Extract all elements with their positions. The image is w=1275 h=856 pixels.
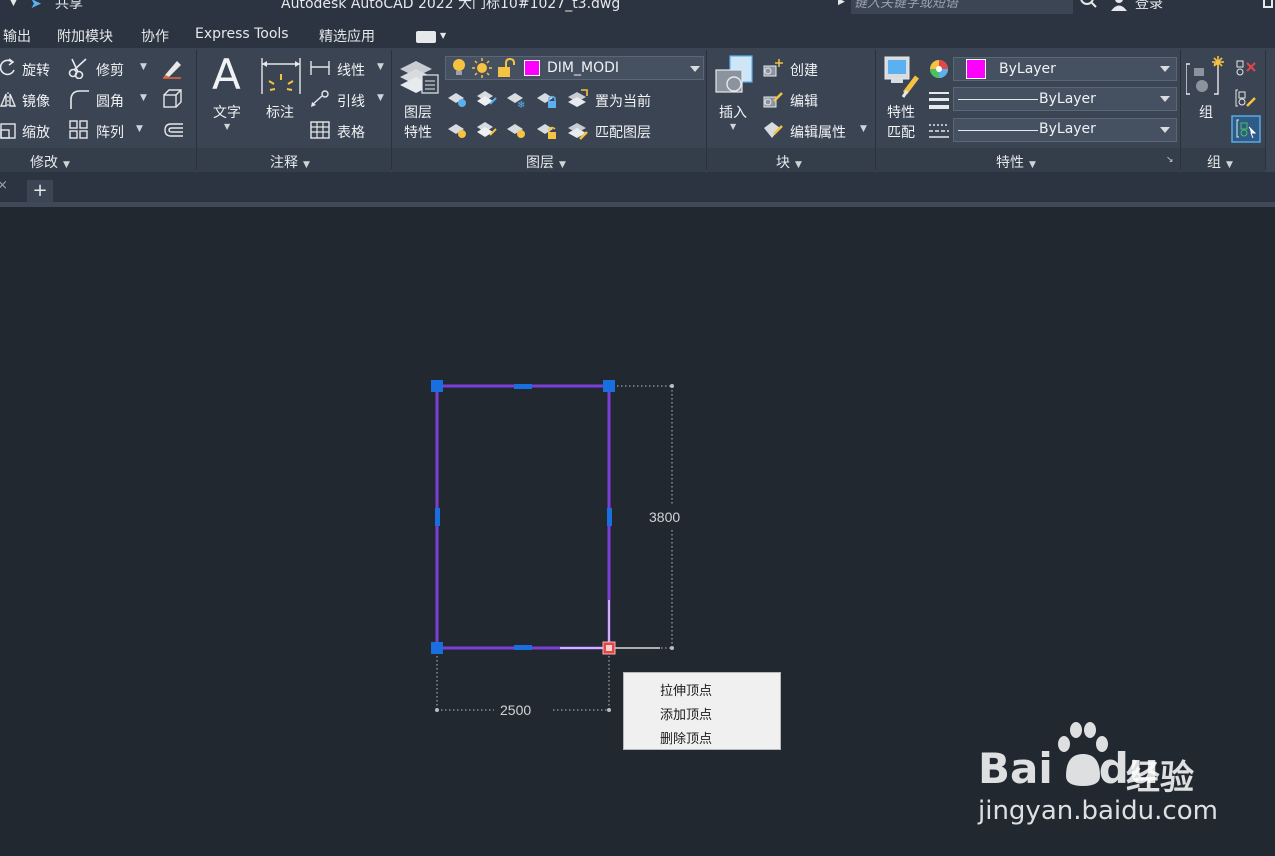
menu-item-remove-vertex[interactable]: 删除顶点 <box>660 728 712 747</box>
watermark-url: jingyan.baidu.com <box>978 796 1218 826</box>
vertex-grip[interactable] <box>431 380 443 392</box>
midpoint-grip[interactable] <box>435 508 440 526</box>
watermark-jingyan: 经验 <box>1126 758 1194 798</box>
menu-item-stretch-vertex[interactable]: 拉伸顶点 <box>660 680 712 699</box>
midpoint-grip[interactable] <box>607 508 612 526</box>
dimension-endpoint <box>607 708 611 712</box>
dimension-endpoint <box>670 646 674 650</box>
dimension-text-horizontal: 2500 <box>500 702 532 718</box>
grip-context-menu: 拉伸顶点 添加顶点 删除顶点 <box>623 672 781 750</box>
midpoint-grip[interactable] <box>514 384 532 389</box>
dimension-endpoint <box>670 384 674 388</box>
baidu-watermark: Bai du 经验 jingyan.baidu.com <box>978 720 1218 830</box>
selected-polyline <box>435 384 611 650</box>
dimension-endpoint <box>435 708 439 712</box>
vertex-grip[interactable] <box>431 642 443 654</box>
dimension-text-vertical: 3800 <box>649 509 681 525</box>
vertex-grip[interactable] <box>603 380 615 392</box>
hot-grip-inner <box>606 645 612 651</box>
midpoint-grip[interactable] <box>514 645 532 650</box>
paw-icon <box>1058 722 1108 786</box>
menu-item-add-vertex[interactable]: 添加顶点 <box>660 704 712 723</box>
